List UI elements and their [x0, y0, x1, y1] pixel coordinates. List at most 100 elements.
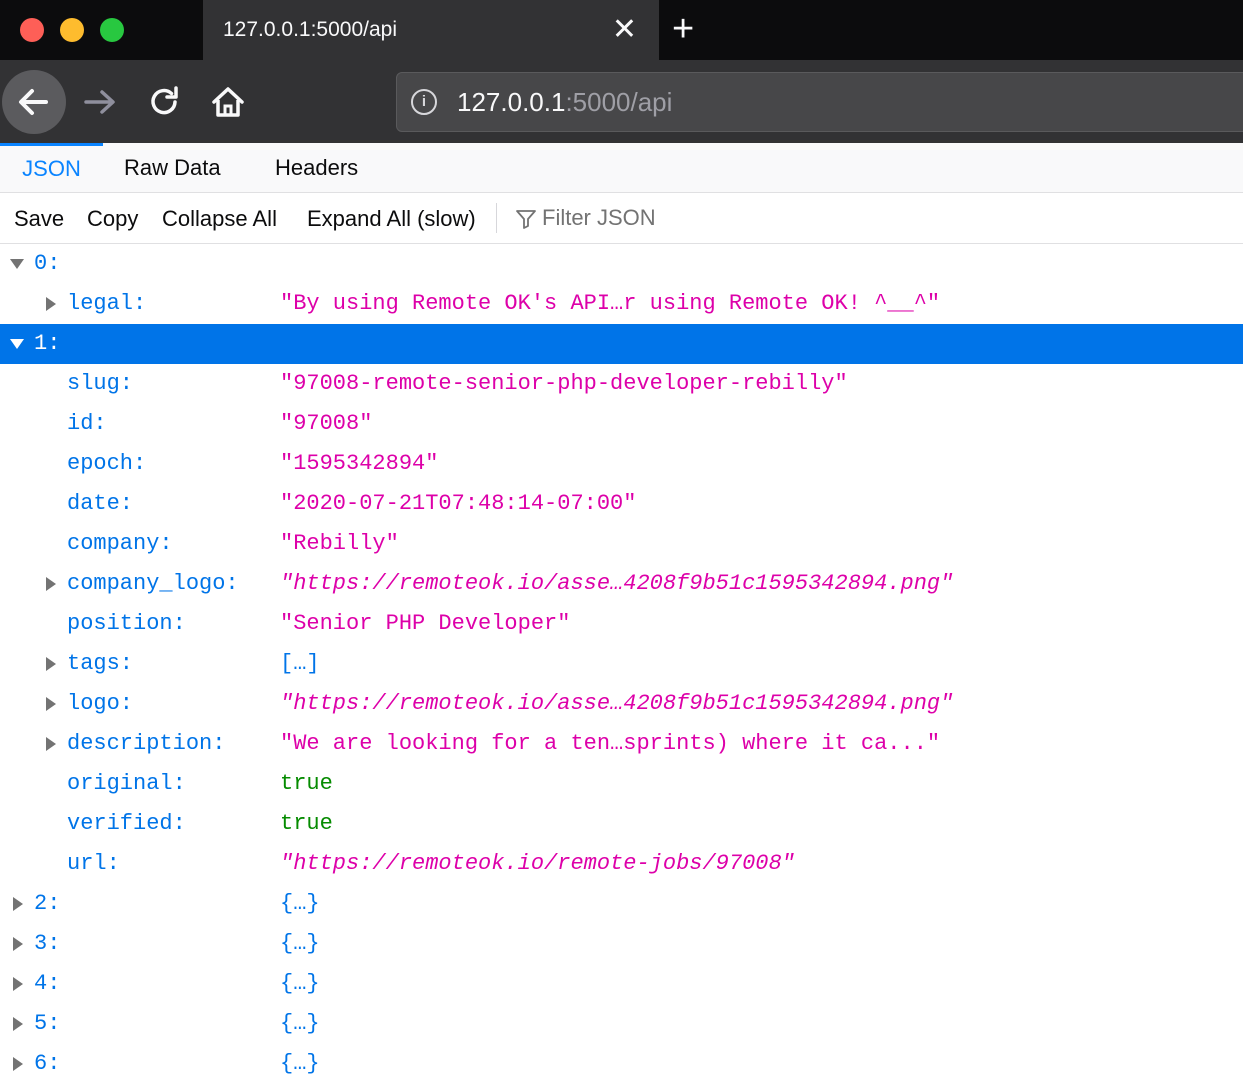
- tree-key: company_logo:: [67, 571, 239, 596]
- tree-key: 3:: [34, 931, 61, 956]
- collapse-all-button[interactable]: Collapse All: [162, 193, 277, 245]
- collapsed-twisty-icon[interactable]: [41, 284, 61, 324]
- tree-row[interactable]: 2: {…}: [0, 884, 1243, 924]
- tab-json[interactable]: JSON: [0, 143, 103, 195]
- home-button[interactable]: [206, 82, 250, 122]
- tree-key: legal:: [67, 291, 147, 316]
- expanded-twisty-icon[interactable]: [8, 324, 28, 364]
- tree-row[interactable]: 4: {…}: [0, 964, 1243, 1004]
- tree-key: company:: [67, 531, 173, 556]
- collapsed-twisty-icon[interactable]: [8, 924, 28, 964]
- tree-row[interactable]: company_logo: "https://remoteok.io/asse…4…: [0, 564, 1243, 604]
- tree-row[interactable]: 3: {…}: [0, 924, 1243, 964]
- tree-row[interactable]: legal: "By using Remote OK's API…r using …: [0, 284, 1243, 324]
- tree-row[interactable]: 5: {…}: [0, 1004, 1243, 1044]
- collapsed-twisty-icon[interactable]: [41, 564, 61, 604]
- tree-row[interactable]: id: "97008": [0, 404, 1243, 444]
- viewer-tabs: JSON Raw Data Headers: [0, 143, 1243, 193]
- tree-key: 6:: [34, 1051, 61, 1076]
- tree-value: true: [280, 771, 333, 796]
- tree-row[interactable]: 6: {…}: [0, 1044, 1243, 1084]
- tree-row[interactable]: epoch: "1595342894": [0, 444, 1243, 484]
- tree-key: epoch:: [67, 451, 147, 476]
- tree-key: url:: [67, 851, 120, 876]
- reload-button[interactable]: [143, 82, 187, 122]
- filter-json-input[interactable]: [540, 199, 944, 237]
- home-icon: [212, 87, 244, 117]
- tree-value: "97008-remote-senior-php-developer-rebil…: [280, 371, 848, 396]
- tree-key: description:: [67, 731, 226, 756]
- back-button[interactable]: [2, 70, 66, 134]
- collapsed-twisty-icon[interactable]: [41, 644, 61, 684]
- close-tab-icon[interactable]: ✕: [612, 12, 637, 48]
- tree-value: "1595342894": [280, 451, 439, 476]
- forward-button[interactable]: [78, 82, 122, 122]
- tree-value: {…}: [280, 931, 320, 956]
- url-path: :5000/api: [565, 87, 673, 117]
- tree-value: "We are looking for a ten…sprints) where…: [280, 731, 941, 756]
- tree-value: "https://remoteok.io/asse…4208f9b51c1595…: [280, 571, 954, 596]
- tree-key: id:: [67, 411, 107, 436]
- collapsed-twisty-icon[interactable]: [41, 684, 61, 724]
- collapsed-twisty-icon[interactable]: [8, 884, 28, 924]
- tree-value: "2020-07-21T07:48:14-07:00": [280, 491, 637, 516]
- tree-value: "https://remoteok.io/asse…4208f9b51c1595…: [280, 691, 954, 716]
- save-button[interactable]: Save: [14, 193, 64, 245]
- expand-all-button[interactable]: Expand All (slow): [307, 193, 476, 245]
- tree-row[interactable]: company: "Rebilly": [0, 524, 1243, 564]
- info-icon[interactable]: i: [411, 89, 437, 115]
- tree-row[interactable]: 0:: [0, 244, 1243, 284]
- url-bar[interactable]: i 127.0.0.1:5000/api: [396, 72, 1243, 132]
- tree-key: tags:: [67, 651, 134, 676]
- url-text: 127.0.0.1:5000/api: [457, 87, 672, 118]
- tree-value: […]: [280, 651, 320, 676]
- tree-row[interactable]: verified: true: [0, 804, 1243, 844]
- copy-button[interactable]: Copy: [87, 193, 138, 245]
- tree-row[interactable]: description: "We are looking for a ten…sp…: [0, 724, 1243, 764]
- tree-row[interactable]: tags: […]: [0, 644, 1243, 684]
- close-window-button[interactable]: [20, 18, 44, 42]
- tree-row[interactable]: original: true: [0, 764, 1243, 804]
- tree-key: verified:: [67, 811, 186, 836]
- tree-row[interactable]: date: "2020-07-21T07:48:14-07:00": [0, 484, 1243, 524]
- tree-value: {…}: [280, 971, 320, 996]
- reload-icon: [151, 86, 178, 115]
- tree-row[interactable]: slug: "97008-remote-senior-php-developer-…: [0, 364, 1243, 404]
- arrow-left-icon: [19, 89, 48, 115]
- tree-value: "97008": [280, 411, 373, 436]
- collapsed-twisty-icon[interactable]: [8, 1004, 28, 1044]
- tab-title: 127.0.0.1:5000/api: [223, 18, 397, 41]
- filter-icon: [516, 210, 536, 229]
- browser-tab[interactable]: 127.0.0.1:5000/api ✕: [203, 0, 659, 60]
- tree-value: true: [280, 811, 333, 836]
- minimize-window-button[interactable]: [60, 18, 84, 42]
- json-toolbar: Save Copy Collapse All Expand All (slow): [0, 193, 1243, 244]
- tree-key: 2:: [34, 891, 61, 916]
- tree-row[interactable]: url: "https://remoteok.io/remote-jobs/970…: [0, 844, 1243, 884]
- collapsed-twisty-icon[interactable]: [41, 724, 61, 764]
- zoom-window-button[interactable]: [100, 18, 124, 42]
- tree-value: "Rebilly": [280, 531, 399, 556]
- collapsed-twisty-icon[interactable]: [8, 964, 28, 1004]
- tree-row[interactable]: 1:: [0, 324, 1243, 364]
- title-bar: 127.0.0.1:5000/api ✕ +: [0, 0, 1243, 60]
- tree-value: {…}: [280, 891, 320, 916]
- tab-raw-data[interactable]: Raw Data: [124, 143, 221, 192]
- tree-key: 1:: [34, 331, 61, 356]
- tree-value: {…}: [280, 1051, 320, 1076]
- tree-key: 5:: [34, 1011, 61, 1036]
- tree-key: date:: [67, 491, 134, 516]
- collapsed-twisty-icon[interactable]: [8, 1044, 28, 1084]
- tree-key: slug:: [67, 371, 134, 396]
- new-tab-button[interactable]: +: [672, 8, 694, 50]
- tree-value: {…}: [280, 1011, 320, 1036]
- tree-key: 0:: [34, 251, 61, 276]
- tree-key: 4:: [34, 971, 61, 996]
- tree-key: position:: [67, 611, 186, 636]
- arrow-right-icon: [84, 90, 115, 114]
- tree-row[interactable]: position: "Senior PHP Developer": [0, 604, 1243, 644]
- navigation-bar: i 127.0.0.1:5000/api: [0, 60, 1243, 143]
- tab-headers[interactable]: Headers: [275, 143, 358, 192]
- tree-row[interactable]: logo: "https://remoteok.io/asse…4208f9b51…: [0, 684, 1243, 724]
- expanded-twisty-icon[interactable]: [8, 244, 28, 284]
